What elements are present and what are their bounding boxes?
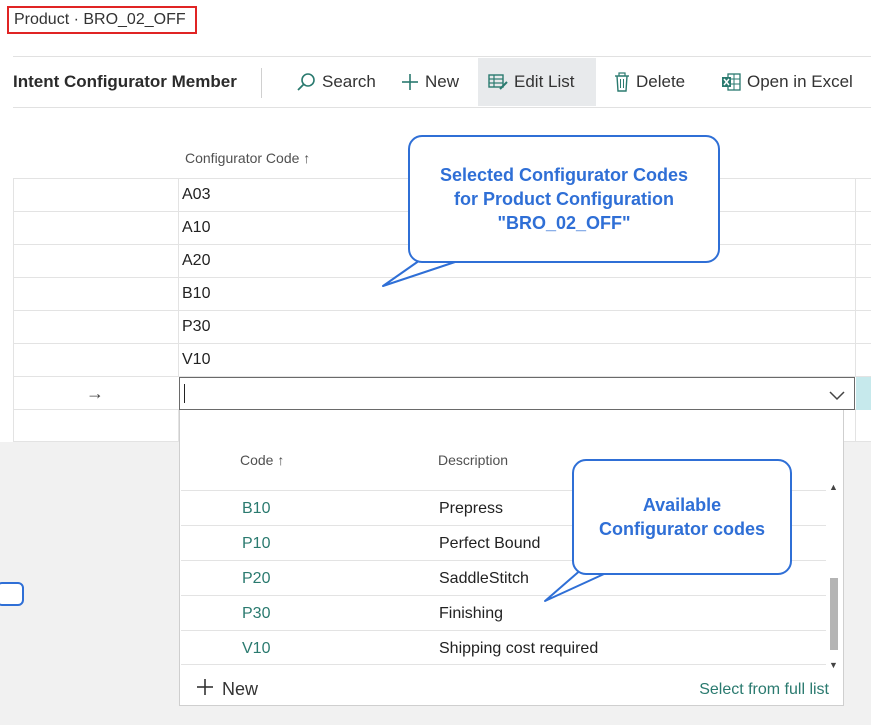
- scroll-down-icon[interactable]: ▼: [829, 660, 838, 670]
- grid-divider: [178, 311, 179, 343]
- available-codes-callout: Available Configurator codes: [572, 459, 792, 575]
- toolbar-bottom-divider: [13, 107, 871, 108]
- open-excel-label: Open in Excel: [747, 72, 853, 91]
- configurator-code-cell: A10: [182, 219, 211, 236]
- breadcrumb-text: Product · BRO_02_OFF: [14, 11, 186, 28]
- search-icon: [296, 72, 316, 92]
- scroll-thumb[interactable]: [830, 578, 838, 650]
- configurator-code-cell: P30: [182, 318, 211, 335]
- grid-divider: [178, 179, 179, 211]
- chevron-down-icon[interactable]: [829, 388, 845, 406]
- current-row-arrow-icon: →: [86, 383, 104, 403]
- lookup-code[interactable]: B10: [242, 491, 270, 526]
- new-label: New: [425, 72, 460, 91]
- select-from-full-list-link[interactable]: Select from full list: [699, 681, 829, 699]
- grid-divider: [855, 410, 856, 442]
- configurator-code-cell: B10: [182, 285, 211, 302]
- dropdown-description-header[interactable]: Description: [438, 452, 508, 468]
- dropdown-code-header[interactable]: Code ↑: [240, 452, 284, 468]
- table-row[interactable]: B10: [13, 277, 871, 310]
- table-row[interactable]: P30: [13, 310, 871, 343]
- side-marker-icon: [0, 582, 24, 606]
- edit-list-icon: [488, 73, 508, 91]
- search-label: Search: [322, 72, 376, 91]
- configurator-code-column-header[interactable]: Configurator Code ↑: [185, 150, 310, 166]
- row-selection-indicator: [856, 377, 871, 410]
- selected-callout-line2: for Product Configuration: [454, 189, 674, 209]
- excel-icon: [721, 73, 741, 91]
- dropdown-new-label: New: [222, 679, 259, 699]
- edit-list-button[interactable]: Edit List: [478, 58, 596, 106]
- grid-divider: [855, 212, 856, 244]
- lookup-description: Perfect Bound: [439, 535, 541, 552]
- lookup-code[interactable]: P30: [242, 596, 270, 631]
- delete-label: Delete: [636, 72, 686, 91]
- grid-divider: [855, 245, 856, 277]
- open-in-excel-button[interactable]: Open in Excel: [711, 58, 863, 106]
- available-callout-line1: Available: [642, 495, 722, 515]
- trash-icon: [614, 72, 630, 92]
- search-button[interactable]: Search: [286, 58, 386, 106]
- selected-callout-line3: "BRO_02_OFF": [497, 213, 631, 233]
- configurator-code-cell: A20: [182, 252, 211, 269]
- grid-divider: [178, 212, 179, 244]
- selected-codes-callout: Selected Configurator Codes for Product …: [408, 135, 720, 263]
- configurator-code-cell: A03: [182, 186, 211, 203]
- text-caret: [184, 384, 185, 403]
- available-callout-line2: Configurator codes: [598, 519, 765, 539]
- delete-button[interactable]: Delete: [604, 58, 695, 106]
- lookup-code[interactable]: P10: [242, 526, 270, 561]
- grid-divider: [855, 344, 856, 376]
- grid-divider: [178, 245, 179, 277]
- lookup-description: SaddleStitch: [439, 570, 529, 587]
- lookup-code[interactable]: P20: [242, 561, 270, 596]
- grid-divider: [855, 278, 856, 310]
- lookup-description: Shipping cost required: [439, 640, 599, 657]
- configurator-code-input[interactable]: [179, 377, 855, 410]
- lookup-row[interactable]: V10 Shipping cost required: [181, 630, 826, 665]
- dropdown-new-button[interactable]: New: [196, 678, 258, 701]
- grid-divider: [178, 344, 179, 376]
- edit-list-label: Edit List: [514, 72, 575, 91]
- toolbar-top-divider: [13, 56, 871, 57]
- table-row[interactable]: V10: [13, 343, 871, 376]
- dropdown-scrollbar[interactable]: ▲ ▼: [828, 482, 840, 672]
- toolbar-separator: [261, 68, 262, 98]
- grid-divider: [855, 311, 856, 343]
- plus-icon: [196, 678, 214, 701]
- scroll-up-icon[interactable]: ▲: [829, 482, 838, 492]
- grid-divider: [178, 278, 179, 310]
- lookup-description: Finishing: [439, 605, 504, 622]
- page-title: Intent Configurator Member: [13, 72, 237, 91]
- breadcrumb[interactable]: Product · BRO_02_OFF: [7, 6, 197, 34]
- lookup-description: Prepress: [439, 500, 504, 517]
- lookup-code[interactable]: V10: [242, 631, 270, 666]
- new-button[interactable]: New: [391, 58, 469, 106]
- lookup-row[interactable]: P30 Finishing: [181, 595, 826, 630]
- selected-callout-line1: Selected Configurator Codes: [439, 165, 689, 185]
- configurator-code-cell: V10: [182, 351, 211, 368]
- grid-divider: [855, 179, 856, 211]
- plus-icon: [401, 73, 419, 91]
